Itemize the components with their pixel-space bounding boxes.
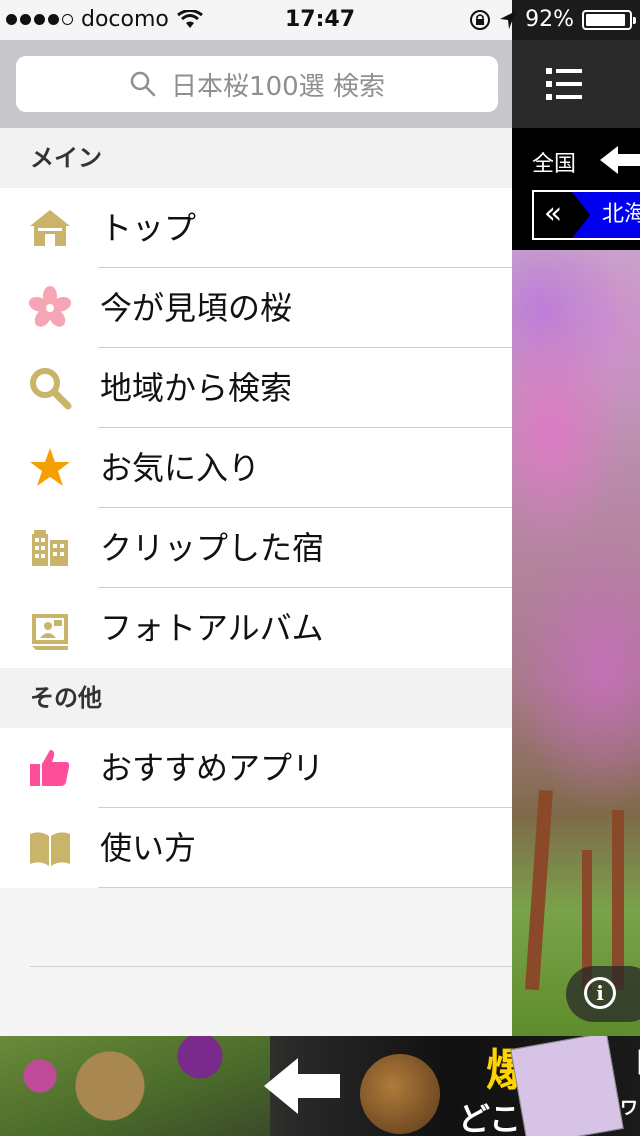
menu-item-recommended-apps[interactable]: おすすめアプリ <box>0 728 512 808</box>
region-name[interactable]: 北海 <box>572 192 640 238</box>
wifi-icon <box>176 9 203 28</box>
region-bar: 全国 « 北海 <box>512 128 640 250</box>
section-header-main: メイン <box>0 128 512 188</box>
hotel-icon <box>32 530 68 566</box>
ad-text: ワ <box>620 1098 638 1119</box>
menu-item-in-bloom[interactable]: 今が見頃の桜 <box>0 268 512 348</box>
photo-album-icon <box>32 614 68 650</box>
ad-bracket: 「 <box>614 1038 640 1093</box>
arrow-left-icon <box>264 1058 340 1114</box>
battery-icon <box>582 9 636 30</box>
ad-magazine-artwork <box>510 1036 624 1136</box>
divider <box>30 966 512 967</box>
battery-level <box>586 13 625 26</box>
tree-trunk <box>525 789 553 991</box>
menu-item-photo-album[interactable]: フォトアルバム <box>0 588 512 668</box>
ad-subheadline: どこ <box>458 1100 522 1136</box>
side-menu: 日本桜100選 検索 メイン トップ 今が見頃の桜 地域から検索 お気に入り ク… <box>0 0 512 1036</box>
section-header-other: その他 <box>0 668 512 728</box>
thumbs-up-icon <box>30 750 70 786</box>
menu-item-favorites[interactable]: お気に入り <box>0 428 512 508</box>
menu-item-label: 使い方 <box>100 829 197 867</box>
search-input[interactable]: 日本桜100選 検索 <box>16 56 498 112</box>
menu-list-icon[interactable] <box>540 60 588 108</box>
ad-game-artwork <box>0 1036 270 1136</box>
menu-item-label: 地域から検索 <box>100 369 293 407</box>
menu-item-clipped-hotels[interactable]: クリップした宿 <box>0 508 512 588</box>
menu-item-label: お気に入り <box>100 449 261 487</box>
rotation-lock-icon <box>470 9 491 30</box>
menu-item-how-to-use[interactable]: 使い方 <box>0 808 512 888</box>
carrier-name: docomo <box>81 7 169 32</box>
region-label[interactable]: 全国 <box>532 146 576 178</box>
status-bar: docomo 17:47 92% <box>0 0 640 40</box>
menu-item-label: 今が見頃の桜 <box>100 289 293 327</box>
battery-percent: 92% <box>525 7 574 32</box>
menu-item-region-search[interactable]: 地域から検索 <box>0 348 512 428</box>
info-button[interactable]: i <box>566 966 640 1022</box>
menu-item-label: おすすめアプリ <box>100 749 325 787</box>
arrow-left-icon[interactable] <box>598 144 640 176</box>
ad-bomb-artwork <box>360 1054 440 1134</box>
search-bar: 日本桜100選 検索 <box>0 40 512 128</box>
menu-item-label: フォトアルバム <box>100 609 324 647</box>
search-icon <box>130 71 156 97</box>
star-icon <box>30 448 70 486</box>
region-selector[interactable]: « 北海 <box>532 190 640 240</box>
location-arrow-icon <box>500 10 517 29</box>
info-icon: i <box>584 977 616 1009</box>
menu-item-label: トップ <box>100 209 197 247</box>
sakura-photo[interactable]: i <box>512 250 640 1036</box>
divider <box>98 887 512 888</box>
home-icon <box>30 210 70 246</box>
search-icon <box>30 368 72 410</box>
main-header <box>512 40 640 128</box>
menu-item-label: クリップした宿 <box>100 529 325 567</box>
book-icon <box>30 832 70 866</box>
ad-banner[interactable]: 爆 どこ 「 ワ <box>0 1036 640 1136</box>
main-content-panel[interactable]: 全国 « 北海 i <box>512 0 640 1136</box>
tree-trunk <box>612 810 624 990</box>
signal-strength-icon <box>6 14 73 25</box>
menu-item-top[interactable]: トップ <box>0 188 512 268</box>
sakura-icon <box>28 286 72 327</box>
search-placeholder: 日本桜100選 検索 <box>171 71 385 102</box>
double-chevron-left-icon[interactable]: « <box>534 192 572 238</box>
